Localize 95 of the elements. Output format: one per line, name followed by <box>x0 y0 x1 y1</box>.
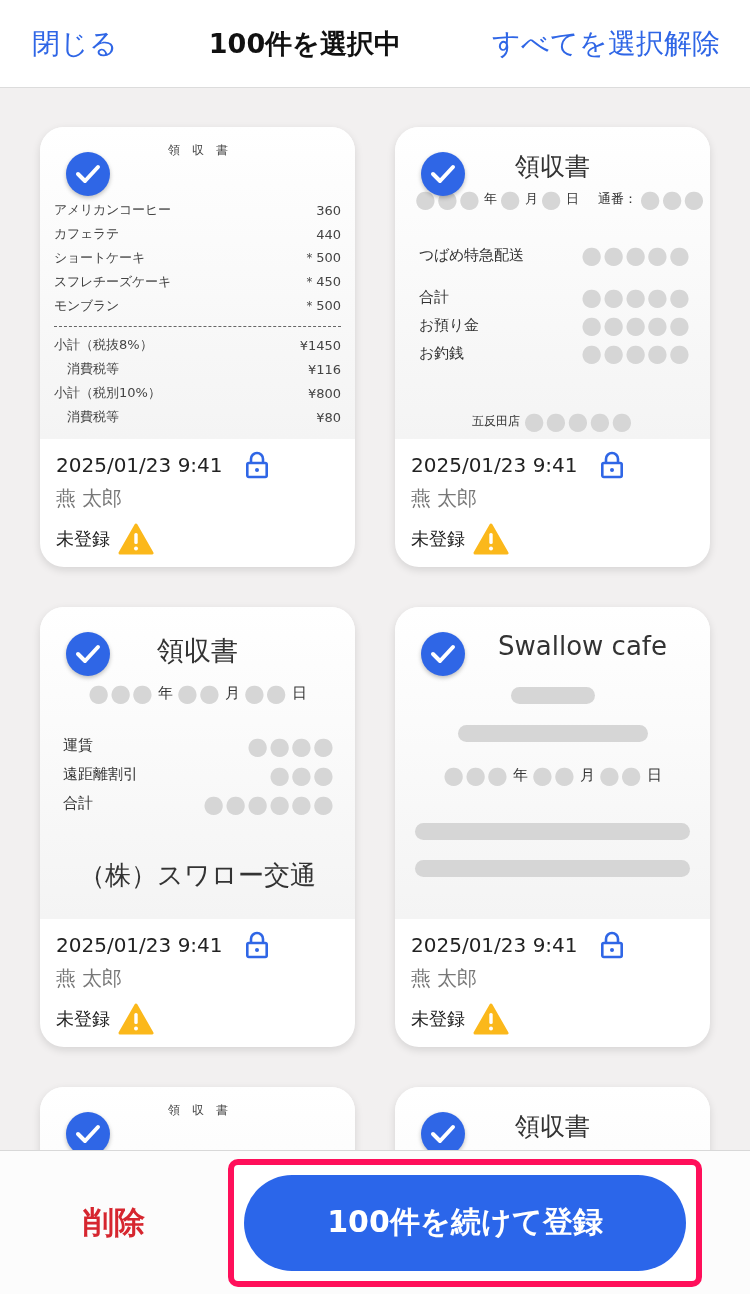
checkmark-icon <box>431 645 455 663</box>
lock-icon <box>600 931 624 959</box>
masked-dots: ●●● <box>415 187 481 211</box>
receipt-datetime: 2025/01/23 9:41 <box>411 453 579 477</box>
company-name: （株）スワロー交通 <box>78 859 317 892</box>
selection-count-title: 100件を選択中 <box>208 26 402 61</box>
status-label: 未登録 <box>56 527 110 551</box>
checkmark-icon <box>431 1125 455 1143</box>
receipt-datetime: 2025/01/23 9:41 <box>411 933 579 957</box>
receipt-label: 五反田店 <box>471 412 520 430</box>
lock-icon <box>245 931 269 959</box>
deselect-all-link[interactable]: すべてを選択解除 <box>492 24 720 63</box>
receipt-value: ●●●● <box>247 733 335 758</box>
checkmark-icon <box>431 165 455 183</box>
receipt-title: 領 収 書 <box>166 1102 229 1118</box>
user-name: 燕 太郎 <box>56 485 124 512</box>
masked-dots: ●●●●● <box>523 409 634 433</box>
receipt-label: スフレチーズケーキ <box>54 273 171 291</box>
user-name: 燕 太郎 <box>56 965 124 992</box>
masked-dots: ●●● <box>639 187 706 211</box>
status-label: 未登録 <box>411 527 465 551</box>
masked-dots: ●● <box>598 763 643 787</box>
masked-dots: ●●● <box>443 763 509 787</box>
receipt-label: モンブラン <box>54 297 119 315</box>
receipt-label: カフェラテ <box>54 225 119 243</box>
close-link[interactable]: 閉じる <box>32 24 118 63</box>
receipt-value: ＊450 <box>303 273 341 291</box>
checkmark-icon <box>76 165 100 183</box>
receipt-label: お釣銭 <box>419 343 464 363</box>
receipt-datetime: 2025/01/23 9:41 <box>56 453 224 477</box>
lock-icon <box>600 451 624 479</box>
receipt-label: 年 <box>158 683 173 703</box>
receipt-label: 日 <box>646 765 662 785</box>
warning-icon <box>473 1003 509 1035</box>
receipt-title: 領収書 <box>156 634 239 668</box>
status-label: 未登録 <box>56 1007 110 1031</box>
receipt-label: 年 <box>513 765 528 785</box>
delete-button[interactable]: 削除 <box>0 1200 228 1245</box>
receipt-value: ●●●●● <box>581 243 691 267</box>
receipt-label: 月 <box>224 683 240 703</box>
receipt-label: 小計（税別10%） <box>54 384 161 402</box>
receipt-label: 合計 <box>419 287 449 307</box>
receipt-label: 小計（税抜8%） <box>54 336 153 354</box>
register-button[interactable]: 100件を続けて登録 <box>244 1174 686 1271</box>
lock-icon <box>245 451 269 479</box>
receipt-value: ＊500 <box>303 249 341 267</box>
warning-icon <box>118 1003 154 1035</box>
user-name: 燕 太郎 <box>411 485 479 512</box>
receipt-label: 年 <box>483 190 497 208</box>
receipt-label: 消費税等 <box>66 360 119 378</box>
receipt-value: 440 <box>316 226 341 242</box>
checkmark-icon <box>76 645 100 663</box>
masked-dots: ●● <box>243 681 288 705</box>
receipt-label: 日 <box>565 190 579 208</box>
receipt-label: 月 <box>524 190 538 208</box>
warning-icon <box>118 523 154 555</box>
masked-dots: ● <box>499 187 522 211</box>
receipt-value: ¥116 <box>307 361 341 377</box>
receipt-value: ¥80 <box>316 409 341 425</box>
receipt-value: ●●● <box>269 762 335 787</box>
receipt-value: 360 <box>316 202 341 218</box>
receipt-value: ●●●●●● <box>203 791 335 816</box>
receipt-card[interactable]: 領収書 <box>395 1087 710 1150</box>
receipt-label: 消費税等 <box>66 408 119 426</box>
receipt-value: ＊500 <box>303 297 341 315</box>
user-name: 燕 太郎 <box>411 965 479 992</box>
receipt-label: 月 <box>579 765 595 785</box>
receipt-title: Swallow cafe <box>497 630 668 663</box>
receipt-label: お預り金 <box>419 315 479 335</box>
receipt-value: ¥1450 <box>299 337 341 353</box>
receipt-title: 領収書 <box>514 1111 591 1143</box>
receipt-label: 遠距離割引 <box>63 765 138 784</box>
receipt-value: ●●●●● <box>581 285 691 309</box>
receipt-title: 領収書 <box>514 151 591 183</box>
receipt-label: 日 <box>291 683 307 703</box>
receipt-card[interactable]: 領 収 書 <box>40 1087 355 1150</box>
warning-icon <box>473 523 509 555</box>
receipt-value: ●●●●● <box>581 341 691 365</box>
receipt-label: ショートケーキ <box>54 249 145 267</box>
receipt-title: 領 収 書 <box>166 142 229 158</box>
masked-dots: ●●● <box>88 681 154 705</box>
receipt-label: 通番： <box>597 190 637 208</box>
receipt-label: つばめ特急配送 <box>419 245 524 265</box>
receipt-label: アメリカンコーヒー <box>54 201 171 219</box>
checkmark-icon <box>76 1125 100 1143</box>
masked-dots: ● <box>540 187 563 211</box>
receipt-datetime: 2025/01/23 9:41 <box>56 933 224 957</box>
receipt-value: ¥800 <box>307 385 341 401</box>
receipt-label: 合計 <box>63 794 93 813</box>
masked-dots: ●● <box>532 763 576 787</box>
receipt-label: 運賃 <box>63 736 93 755</box>
status-label: 未登録 <box>411 1007 465 1031</box>
receipt-value: ●●●●● <box>581 313 691 337</box>
masked-dots: ●● <box>177 681 221 705</box>
receipt-card[interactable]: 領 収 書 アメリカンコーヒー 360 カフェラテ 440 ショートケーキ ＊500 スフレチーズケーキ ＊450 モンブラン ＊500 小計（税抜8%） ¥1450 消費税等 ¥116 小計（税別10%） ¥800 消費税等 ¥80 2025/01/23 9:41 燕 太郎 未登録 <box>40 127 355 567</box>
